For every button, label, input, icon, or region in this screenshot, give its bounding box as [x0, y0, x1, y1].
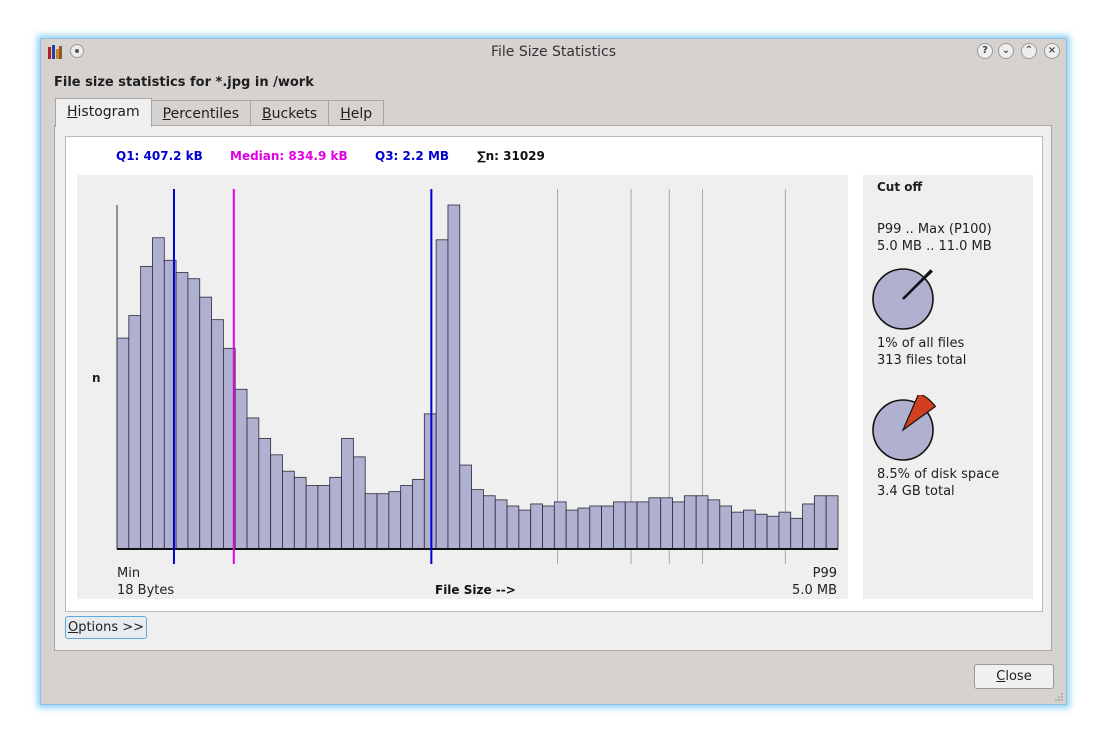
- histogram-bar: [459, 464, 472, 550]
- dialog-window: File Size Statistics ? ⌄ ⌃ × File size s…: [40, 38, 1067, 705]
- histogram-bar: [423, 413, 437, 550]
- histogram-view: Q1: 407.2 kB Median: 834.9 kB Q3: 2.2 MB…: [65, 136, 1043, 612]
- histogram-bar: [483, 495, 496, 550]
- histogram-bar: [211, 319, 224, 550]
- tab-help[interactable]: Help: [328, 100, 385, 126]
- n-total-label: ∑n: 31029: [477, 149, 545, 163]
- histogram-bar: [577, 507, 591, 550]
- histogram-bar: [660, 497, 673, 550]
- histogram-bar: [305, 485, 319, 550]
- histogram-bar: [329, 476, 342, 550]
- histogram-bar: [553, 501, 567, 550]
- histogram-bar: [565, 509, 579, 550]
- histogram-bar: [672, 501, 685, 550]
- histogram-bar: [766, 515, 780, 550]
- histogram-bar: [435, 239, 449, 550]
- median-label: Median: 834.9 kB: [230, 149, 348, 163]
- histogram-bar: [128, 315, 142, 550]
- histogram-bar: [648, 497, 662, 550]
- histogram-bar: [707, 499, 721, 550]
- histogram-bar: [636, 501, 650, 550]
- options-button[interactable]: Options >>: [65, 616, 147, 639]
- histogram-bar: [589, 505, 603, 550]
- histogram-bar: [116, 337, 130, 550]
- histogram-bar: [601, 505, 614, 550]
- disk-percent-label: 8.5% of disk space: [877, 467, 1000, 482]
- histogram-bar: [542, 505, 555, 550]
- histogram-bar: [754, 513, 768, 550]
- x-max-label: P99: [813, 566, 837, 581]
- histogram-bar: [317, 485, 331, 550]
- histogram-bar: [530, 503, 543, 550]
- cutoff-panel: Cut off P99 .. Max (P100) 5.0 MB .. 11.0…: [863, 175, 1033, 599]
- q3-label: Q3: 2.2 MB: [375, 149, 450, 163]
- histogram-bar: [246, 417, 260, 550]
- histogram-bar: [518, 509, 532, 550]
- title-bar[interactable]: File Size Statistics ? ⌄ ⌃ ×: [41, 39, 1066, 65]
- x-min-value: 18 Bytes: [117, 583, 174, 598]
- histogram-bar: [778, 511, 792, 550]
- histogram-bar: [471, 489, 484, 550]
- histogram-bar: [187, 278, 201, 550]
- close-window-icon[interactable]: ×: [1044, 43, 1060, 59]
- x-min-label: Min: [117, 566, 140, 581]
- histogram-bar: [140, 266, 153, 550]
- cutoff-range-values: 5.0 MB .. 11.0 MB: [877, 239, 992, 254]
- histogram-bar: [258, 438, 272, 550]
- y-axis-label: n: [92, 371, 101, 385]
- disk-total-label: 3.4 GB total: [877, 484, 955, 499]
- help-icon[interactable]: ?: [977, 43, 993, 59]
- histogram-panel: Q1: 407.2 kB Median: 834.9 kB Q3: 2.2 MB…: [54, 125, 1052, 651]
- tab-histogram[interactable]: Histogram: [55, 98, 152, 127]
- histogram-bar: [364, 493, 378, 550]
- window-title: File Size Statistics: [490, 44, 617, 60]
- histogram-bar: [613, 501, 626, 550]
- tab-percentiles[interactable]: Percentiles: [150, 100, 252, 126]
- histogram-bar: [719, 505, 733, 550]
- histogram-bar: [731, 511, 744, 550]
- histogram-bar: [341, 438, 354, 550]
- disk-pie-chart: [872, 395, 937, 461]
- resize-grip-icon[interactable]: [1054, 692, 1064, 702]
- histogram-bar: [376, 493, 390, 550]
- histogram-bar: [743, 509, 756, 550]
- histogram-bar: [152, 237, 165, 550]
- histogram-bar: [790, 517, 803, 550]
- dialog-heading: File size statistics for *.jpg in /work: [54, 75, 314, 90]
- histogram-bar: [175, 272, 189, 550]
- histogram-bar: [695, 495, 709, 550]
- tab-buckets[interactable]: Buckets: [250, 100, 330, 126]
- histogram-bar: [293, 476, 307, 550]
- close-button[interactable]: Close: [974, 664, 1054, 689]
- histogram-bar: [234, 388, 248, 550]
- histogram-bar: [825, 495, 839, 550]
- cutoff-title: Cut off: [877, 180, 923, 194]
- histogram-bar: [813, 495, 827, 550]
- histogram-bar: [270, 454, 283, 550]
- histogram-bar: [447, 204, 461, 550]
- minimize-icon[interactable]: ⌄: [998, 43, 1014, 59]
- files-percent-label: 1% of all files: [877, 336, 965, 351]
- histogram-bar: [802, 503, 815, 550]
- histogram-bar: [352, 456, 366, 550]
- histogram-bar: [624, 501, 638, 550]
- maximize-icon[interactable]: ⌃: [1021, 43, 1037, 59]
- histogram-bar: [400, 485, 413, 550]
- histogram-bar: [412, 478, 425, 550]
- cutoff-range-label: P99 .. Max (P100): [877, 222, 992, 237]
- histogram-chart: n Min 18 Bytes File Size --> P99 5.0 MB: [92, 189, 839, 598]
- histogram-bar: [494, 499, 508, 550]
- histogram-bar: [506, 505, 520, 550]
- histogram-bar: [199, 296, 212, 550]
- histogram-bar: [282, 470, 295, 550]
- q1-label: Q1: 407.2 kB: [116, 149, 203, 163]
- files-pie-chart: [872, 268, 934, 330]
- x-axis-label: File Size -->: [435, 583, 516, 597]
- tab-bar: Histogram Percentiles Buckets Help: [55, 98, 385, 127]
- histogram-bar: [683, 495, 697, 550]
- histogram-bar: [388, 491, 402, 550]
- files-total-label: 313 files total: [877, 353, 967, 368]
- x-max-value: 5.0 MB: [792, 583, 837, 598]
- histogram-plot[interactable]: n Min 18 Bytes File Size --> P99 5.0 MB: [77, 175, 848, 599]
